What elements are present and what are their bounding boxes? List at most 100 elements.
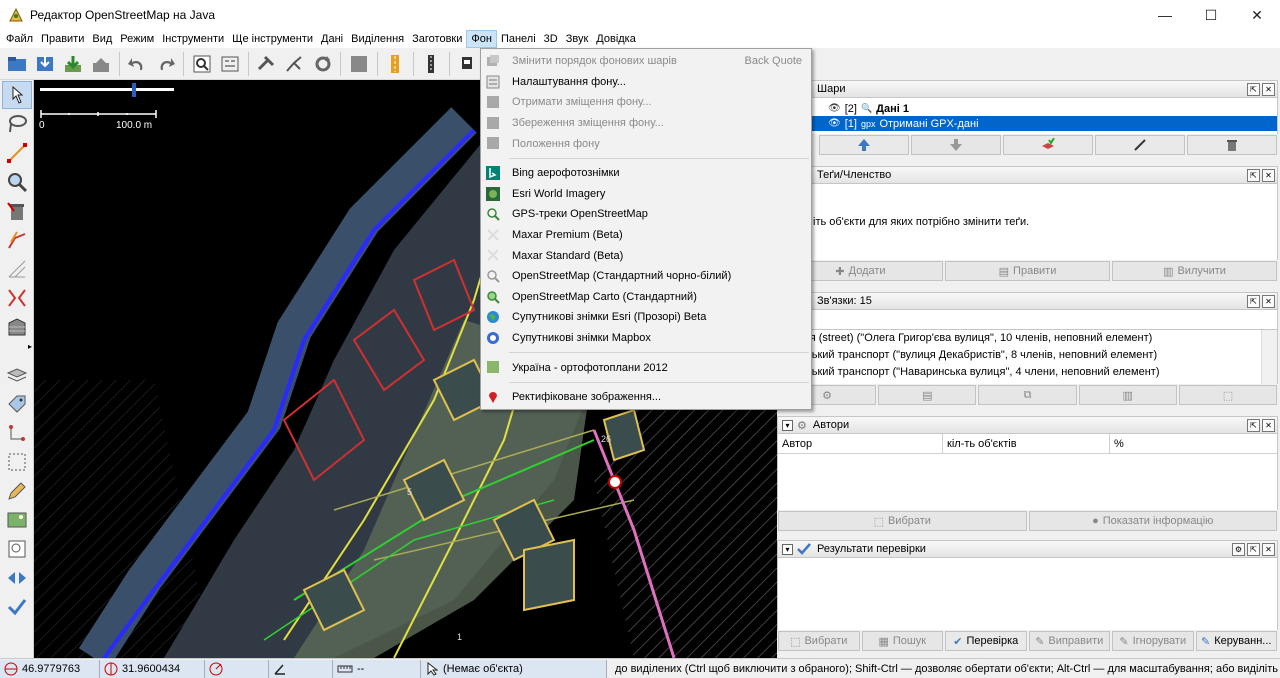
imagery-menu-item[interactable]: Супутникові знімки Esri (Прозорі) Beta — [481, 307, 811, 328]
collapse-icon[interactable]: ▾ — [782, 543, 793, 555]
tool-button-1[interactable] — [254, 51, 279, 77]
menu-9[interactable]: Фон — [466, 30, 497, 48]
undo-button[interactable] — [125, 51, 150, 77]
preferences-button[interactable] — [217, 51, 242, 77]
menu-3[interactable]: Режим — [116, 30, 158, 48]
imagery-menu-item[interactable]: Maxar Standard (Beta) — [481, 245, 811, 266]
menu-5[interactable]: Ще інструменти — [228, 30, 317, 48]
col-percent[interactable]: % — [1110, 434, 1277, 453]
imagery-menu-item[interactable]: GPS-треки OpenStreetMap — [481, 204, 811, 225]
validation-ignore-button[interactable]: ✎ Ігнорувати — [1112, 631, 1194, 651]
building-tool-button[interactable] — [2, 313, 32, 341]
tool-button-2[interactable] — [282, 51, 307, 77]
validation-select-button[interactable]: ⬚ Вибрати — [778, 631, 860, 651]
menu-12[interactable]: Звук — [562, 30, 593, 48]
imagery-menu-item[interactable]: Положення фону — [481, 133, 811, 154]
relation-row[interactable]: омадський транспорт ("Наваринська вулиця… — [778, 364, 1277, 381]
imagery-menu-item[interactable]: Змінити порядок фонових шарів Back Quote — [481, 51, 811, 72]
relation-row[interactable]: омадський транспорт ("вулиця Декабристів… — [778, 347, 1277, 364]
tool-button-3[interactable] — [346, 51, 371, 77]
close-panel-button[interactable]: ✕ — [1262, 294, 1275, 308]
imagery-menu-item[interactable]: Налаштування фону... — [481, 72, 811, 93]
relation-edit-button[interactable]: ▤ — [878, 385, 977, 405]
imagery-toggle-button[interactable] — [2, 506, 32, 534]
selection-toggle-button[interactable] — [2, 448, 32, 476]
collapse-icon[interactable]: ▾ — [782, 419, 793, 431]
close-panel-button[interactable]: ✕ — [1262, 418, 1275, 432]
imagery-menu-item[interactable]: Ректифіковане зображення... — [481, 387, 811, 408]
improve-way-tool-button[interactable] — [2, 284, 32, 312]
filter-toggle-button[interactable] — [2, 535, 32, 563]
relations-filter-field[interactable] — [777, 310, 1278, 330]
menu-13[interactable]: Довідка — [592, 30, 640, 48]
edit-tag-button[interactable]: ▤ Правити — [945, 261, 1110, 281]
close-panel-button[interactable]: ✕ — [1262, 542, 1275, 556]
imagery-menu-item[interactable]: Bing аерофотознімки — [481, 163, 811, 184]
validation-manage-button[interactable]: ✎ Керуванн... — [1195, 631, 1277, 651]
layer-row[interactable]: 👁 [2] 🔍 Дані 1 — [778, 101, 1277, 116]
eye-icon[interactable]: 👁 — [828, 103, 841, 114]
parallel-tool-button[interactable] — [2, 226, 32, 254]
relation-duplicate-button[interactable]: ⧉ — [978, 385, 1077, 405]
delete-tool-button[interactable] — [2, 197, 32, 225]
activate-layer-button[interactable] — [1003, 135, 1093, 155]
menu-1[interactable]: Правити — [37, 30, 88, 48]
imagery-menu-item[interactable]: Esri World Imagery — [481, 184, 811, 205]
edit-toggle-button[interactable] — [2, 477, 32, 505]
menu-4[interactable]: Інструменти — [158, 30, 228, 48]
authors-info-button[interactable]: ● Показати інформацію — [1028, 511, 1277, 531]
save-button[interactable] — [32, 51, 57, 77]
relation-delete-button[interactable]: ▥ — [1078, 385, 1177, 405]
imagery-menu-item[interactable]: OpenStreetMap Carto (Стандартний) — [481, 287, 811, 308]
relations-scrollbar[interactable] — [1261, 330, 1277, 384]
upload-button[interactable] — [89, 51, 114, 77]
close-button[interactable]: ✕ — [1234, 0, 1280, 30]
zoom-tool-button[interactable] — [2, 168, 32, 196]
maximize-button[interactable]: ☐ — [1188, 0, 1234, 30]
menu-10[interactable]: Панелі — [497, 30, 540, 48]
imagery-menu-item[interactable]: Отримати зміщення фону... — [481, 92, 811, 113]
undock-button[interactable]: ⇱ — [1247, 82, 1260, 96]
refresh-button[interactable] — [310, 51, 335, 77]
menu-2[interactable]: Вид — [88, 30, 116, 48]
validation-validate-button[interactable]: ✔ Перевірка — [945, 631, 1027, 651]
open-file-button[interactable] — [4, 51, 29, 77]
imagery-menu-item[interactable]: Збереження зміщення фону... — [481, 113, 811, 134]
authors-table[interactable]: Автор кіл-ть об'єктів % — [777, 434, 1278, 510]
redo-button[interactable] — [153, 51, 178, 77]
imagery-menu-item[interactable]: Супутникові знімки Mapbox — [481, 328, 811, 349]
more-tools-arrow[interactable]: ▸ — [2, 342, 32, 354]
menu-7[interactable]: Виділення — [347, 30, 408, 48]
minimize-button[interactable]: — — [1142, 0, 1188, 30]
imagery-menu-item[interactable]: Maxar Premium (Beta) — [481, 225, 811, 246]
extrude-tool-button[interactable] — [2, 255, 32, 283]
draw-tool-button[interactable] — [2, 139, 32, 167]
authors-select-button[interactable]: ⬚ Вибрати — [778, 511, 1027, 531]
validation-fix-button[interactable]: ✎ Виправити — [1028, 631, 1110, 651]
move-down-button[interactable] — [911, 135, 1001, 155]
delete-tag-button[interactable]: ▥ Вилучити — [1112, 261, 1277, 281]
eye-icon[interactable]: 👁 — [828, 118, 841, 129]
conflict-toggle-button[interactable] — [2, 564, 32, 592]
close-panel-button[interactable]: ✕ — [1262, 168, 1275, 182]
move-up-button[interactable] — [819, 135, 909, 155]
tool-button-5[interactable] — [419, 51, 444, 77]
undock-button[interactable]: ⇱ — [1247, 418, 1260, 432]
undock-button[interactable]: ⇱ — [1247, 168, 1260, 182]
select-tool-button[interactable] — [2, 81, 32, 109]
undock-button[interactable]: ⇱ — [1247, 542, 1260, 556]
lasso-tool-button[interactable] — [2, 110, 32, 138]
validation-toggle-button[interactable] — [2, 593, 32, 621]
panel-settings-button[interactable]: ⚙ — [1232, 542, 1245, 556]
menu-8[interactable]: Заготовки — [408, 30, 466, 48]
relation-select-members-button[interactable]: ⬚ — [1178, 385, 1278, 405]
layers-toggle-button[interactable] — [2, 361, 32, 389]
layer-row[interactable]: 👁 [1] gpx Отримані GPX-дані — [778, 116, 1277, 131]
zoom-to-data-button[interactable] — [189, 51, 214, 77]
layers-list[interactable]: 👁 [2] 🔍 Дані 1 👁 [1] gpx Отримані GPX-дані — [777, 98, 1278, 134]
relations-list[interactable]: вулиця (street) ("Олега Григор'єва вулиц… — [777, 330, 1278, 384]
toggle-visibility-button[interactable] — [1095, 135, 1185, 155]
validation-search-button[interactable]: ▦ Пошук — [861, 631, 943, 651]
menu-11[interactable]: 3D — [540, 30, 562, 48]
tool-button-4[interactable] — [382, 51, 407, 77]
